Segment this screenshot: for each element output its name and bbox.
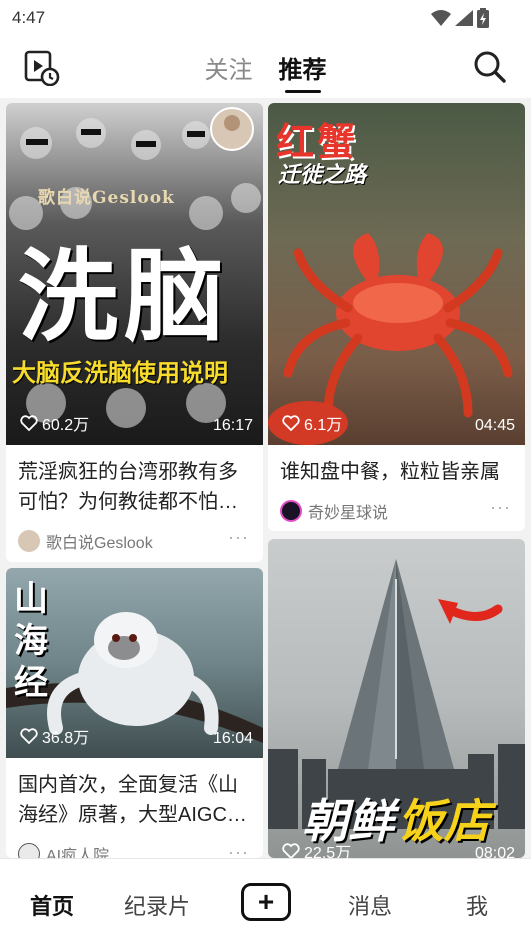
author[interactable]: 奇妙星球说 [280, 499, 388, 523]
more-options-icon[interactable]: ··· [228, 842, 249, 858]
battery-icon [477, 8, 489, 28]
video-duration: 16:17 [212, 417, 253, 434]
search-icon[interactable] [473, 50, 507, 89]
avatar [18, 530, 40, 552]
video-title[interactable]: 荒淫疯狂的台湾邪教有多可怕？为何教徒都不怕… [18, 457, 251, 517]
heart-icon [282, 843, 300, 858]
tab-following[interactable]: 关注 [205, 50, 253, 93]
heart-icon [282, 415, 300, 431]
overlay-subtitle-text: 大脑反洗脑使用说明 [12, 358, 228, 387]
likes: 36.8万 [20, 724, 89, 748]
video-thumbnail[interactable]: 红蟹 迁徙之路 [268, 103, 525, 445]
like-count: 6.1万 [304, 417, 343, 434]
status-time: 4:47 [12, 8, 46, 27]
video-thumbnail[interactable]: 歌白说Geslook 洗脑 大脑反洗脑使用说明 [6, 103, 263, 445]
feed-tabs: 关注 推荐 [0, 50, 531, 93]
overlay-subtitle-text: 迁徙之路 [278, 162, 367, 188]
video-thumbnail[interactable]: 朝鲜 饭店 [268, 539, 525, 858]
video-meta: 36.8万 16:04 [6, 724, 263, 758]
like-count: 22.5万 [304, 845, 352, 858]
more-options-icon[interactable]: ··· [490, 497, 511, 518]
nav-me[interactable]: 我 [466, 889, 488, 921]
video-meta: 22.5万 08:02 [268, 839, 525, 858]
video-meta: 6.1万 04:45 [268, 411, 525, 445]
nav-home[interactable]: 首页 [30, 889, 74, 921]
heart-icon [20, 728, 38, 744]
likes: 60.2万 [20, 411, 89, 435]
avatar [280, 500, 302, 522]
like-count: 36.8万 [42, 730, 90, 747]
heart-icon [20, 415, 38, 431]
video-meta: 60.2万 16:17 [6, 411, 263, 445]
likes: 22.5万 [282, 839, 351, 858]
nav-documentary[interactable]: 纪录片 [124, 889, 190, 921]
create-button[interactable]: + [241, 883, 291, 921]
author[interactable]: AI疯人院 [18, 842, 109, 858]
more-options-icon[interactable]: ··· [228, 527, 249, 548]
status-icons [431, 8, 489, 28]
video-card[interactable]: 山海经 36.8万 16:04 国内首次，全面复活《山海经》原著，大型AIGC…… [6, 568, 263, 858]
overlay-channel-text: 歌白说Geslook [38, 188, 175, 208]
overlay-title-text: 洗脑 [18, 237, 230, 355]
avatar [18, 843, 40, 858]
author-name: 奇妙星球说 [308, 505, 389, 522]
plus-icon: + [257, 886, 275, 917]
video-title[interactable]: 谁知盘中餐，粒粒皆亲属 [280, 457, 513, 487]
author-name: AI疯人院 [46, 848, 110, 858]
video-title[interactable]: 国内首次，全面复活《山海经》原著，大型AIGC… [18, 770, 251, 830]
tab-recommended[interactable]: 推荐 [279, 50, 327, 93]
nav-messages[interactable]: 消息 [348, 889, 392, 921]
author[interactable]: 歌白说Geslook [18, 529, 153, 553]
video-duration: 04:45 [474, 417, 515, 434]
author-name: 歌白说Geslook [46, 535, 153, 552]
likes: 6.1万 [282, 411, 342, 435]
like-count: 60.2万 [42, 417, 90, 434]
video-card[interactable]: 红蟹 迁徙之路 6.1万 04:45 谁知盘中餐，粒粒皆亲属 奇妙星球说 ··· [268, 103, 525, 531]
overlay-title-text: 山海经 [14, 579, 48, 703]
video-card[interactable]: 歌白说Geslook 洗脑 大脑反洗脑使用说明 60.2万 16:17 荒淫疯狂… [6, 103, 263, 562]
wifi-icon [431, 10, 451, 26]
video-duration: 08:02 [474, 845, 515, 858]
status-bar: 4:47 [0, 0, 531, 36]
video-duration: 16:04 [212, 730, 253, 747]
signal-icon [455, 10, 473, 26]
bottom-nav: 首页 纪录片 + 消息 我 [0, 858, 531, 945]
top-bar: 关注 推荐 [0, 36, 531, 98]
video-card[interactable]: 朝鲜 饭店 22.5万 08:02 [268, 539, 525, 858]
